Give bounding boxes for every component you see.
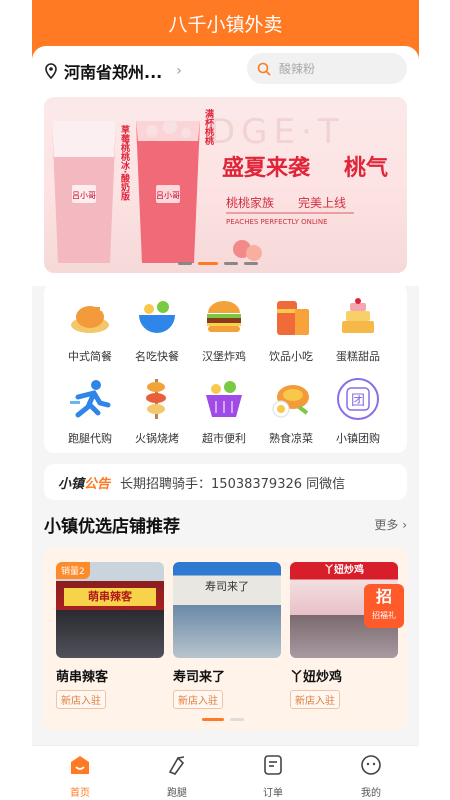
- basket-icon: [206, 381, 242, 417]
- shop-card[interactable]: 销量2 萌串辣客 萌串辣客 新店入驻: [56, 562, 164, 709]
- category-label: 饮品小吃: [269, 350, 313, 363]
- promo-banner[interactable]: DGE·T 吕小哥 草莓桃桃冰·酸奶版 吕小哥 满杯桃桃 盛夏来袭 桃气 桃桃家…: [44, 97, 407, 273]
- group-buy-icon: 团: [337, 378, 379, 420]
- banner-sub1: 桃桃家族: [226, 195, 274, 210]
- location-pin-icon: [45, 63, 57, 79]
- order-icon: [264, 755, 282, 775]
- group-buy-glyph: 团: [351, 393, 365, 409]
- errand-icon: [168, 756, 185, 775]
- category-label: 小镇团购: [336, 432, 380, 445]
- banner-art: DGE·T 吕小哥 草莓桃桃冰·酸奶版 吕小哥 满杯桃桃 盛夏来袭 桃气 桃桃家…: [52, 108, 388, 263]
- search-placeholder: 酸辣粉: [279, 62, 316, 76]
- promo-sub: 招福礼: [372, 611, 396, 620]
- cold-dish-icon: [272, 385, 309, 418]
- banner-headline-side: 桃气: [344, 155, 388, 181]
- skewer-icon: [146, 379, 166, 419]
- shop-name: 寿司来了: [173, 670, 226, 685]
- category-item[interactable]: 汉堡炸鸡: [192, 295, 256, 364]
- cup-right-label: 满杯桃桃: [203, 108, 214, 146]
- tab-profile[interactable]: 我的: [341, 754, 401, 799]
- sales-badge: 销量2: [56, 562, 90, 579]
- chevron-right-icon: ›: [176, 63, 182, 79]
- section-title: 小镇优选店铺推荐: [44, 517, 180, 537]
- category-item[interactable]: 熟食凉菜: [259, 377, 323, 446]
- category-label: 汉堡炸鸡: [202, 350, 246, 363]
- cup-left-label: 草莓桃桃冰·酸奶版: [119, 124, 131, 201]
- profile-icon: [361, 755, 381, 775]
- shop-tag: 新店入驻: [290, 690, 340, 709]
- category-item[interactable]: 火锅烧烤: [125, 377, 189, 446]
- roast-chicken-icon: [71, 303, 109, 333]
- location-label: 河南省郑州...: [64, 63, 163, 82]
- category-item[interactable]: 超市便利: [192, 377, 256, 446]
- category-label: 熟食凉菜: [269, 432, 313, 445]
- shop-sign: 寿司来了: [205, 580, 249, 593]
- runner-icon: [70, 380, 111, 418]
- home-icon: [71, 756, 89, 774]
- cake-icon: [342, 298, 374, 333]
- banner-pagination: [178, 262, 258, 265]
- shop-card[interactable]: 丫妞炒鸡 招 招福礼 丫妞炒鸡 新店入驻: [290, 562, 404, 709]
- tab-label: 订单: [263, 788, 283, 799]
- more-link[interactable]: 更多 ›: [374, 516, 407, 533]
- search-input[interactable]: 酸辣粉: [247, 53, 407, 84]
- category-label: 名吃快餐: [135, 350, 179, 363]
- shop-carousel: 销量2 萌串辣客 萌串辣客 新店入驻 寿司来了 寿司来了 新店入驻 丫妞炒鸡 招…: [44, 547, 407, 730]
- shop-pagination: [202, 718, 244, 721]
- bottom-tab-bar: 首页 跑腿 订单 我的: [32, 745, 419, 800]
- promo-badge[interactable]: 招 招福礼: [364, 584, 404, 628]
- tab-orders[interactable]: 订单: [243, 754, 303, 799]
- cup-left-brand: 吕小哥: [72, 191, 96, 200]
- shop-sign: 丫妞炒鸡: [324, 565, 364, 576]
- location-selector[interactable]: 河南省郑州... ›: [44, 59, 182, 83]
- tab-label: 跑腿: [167, 788, 187, 799]
- category-item[interactable]: 团 小镇团购: [326, 377, 390, 446]
- shop-sign: 萌串辣客: [64, 588, 156, 606]
- tab-home[interactable]: 首页: [50, 754, 110, 799]
- notice-brand: 小镇公告: [58, 476, 111, 492]
- banner-bg-text: DGE·T: [209, 112, 345, 152]
- shop-card[interactable]: 寿司来了 寿司来了 新店入驻: [173, 562, 281, 709]
- banner-en-line: PEACHES PERFECTLY ONLINE: [226, 218, 328, 226]
- app-frame: 八千小镇外卖 河南省郑州... › 酸辣粉 DGE·T 吕小哥 草莓桃桃冰·酸奶…: [32, 0, 419, 800]
- burger-icon: [207, 301, 241, 332]
- category-item[interactable]: 饮品小吃: [259, 295, 323, 364]
- category-item[interactable]: 中式简餐: [58, 295, 122, 364]
- shop-tag: 新店入驻: [56, 690, 106, 709]
- shop-photo: 销量2 萌串辣客: [56, 562, 164, 658]
- shop-photo: 寿司来了: [173, 562, 281, 658]
- notice-text: 长期招聘骑手：15038379326 同微信: [120, 476, 346, 492]
- category-label: 火锅烧烤: [135, 432, 179, 445]
- bowl-icon: [139, 301, 175, 333]
- shop-name: 萌串辣客: [56, 670, 109, 685]
- tab-errand[interactable]: 跑腿: [147, 754, 207, 799]
- promo-glyph: 招: [375, 587, 392, 606]
- category-item[interactable]: 名吃快餐: [125, 295, 189, 364]
- tab-label: 首页: [70, 788, 90, 799]
- notice-bar[interactable]: 小镇公告 长期招聘骑手：15038379326 同微信: [44, 464, 407, 500]
- category-label: 超市便利: [202, 432, 246, 445]
- shop-tag: 新店入驻: [173, 690, 223, 709]
- category-item[interactable]: 蛋糕甜品: [326, 295, 390, 364]
- banner-headline: 盛夏来袭: [222, 155, 311, 181]
- banner-sub2: 完美上线: [298, 195, 346, 210]
- category-label: 蛋糕甜品: [336, 350, 380, 363]
- category-item[interactable]: 跑腿代购: [58, 377, 122, 446]
- category-grid: 中式简餐 名吃快餐 汉堡炸鸡 饮品小吃 蛋糕甜品 跑腿代购 火锅烧烤 超市便利 …: [44, 283, 407, 453]
- category-label: 跑腿代购: [68, 432, 112, 445]
- drink-icon: [277, 301, 309, 335]
- category-label: 中式简餐: [68, 350, 112, 363]
- app-title: 八千小镇外卖: [168, 14, 283, 36]
- tab-label: 我的: [361, 788, 381, 799]
- shop-name: 丫妞炒鸡: [290, 670, 343, 685]
- cup-right-brand: 吕小哥: [156, 191, 180, 200]
- search-icon: [257, 62, 271, 76]
